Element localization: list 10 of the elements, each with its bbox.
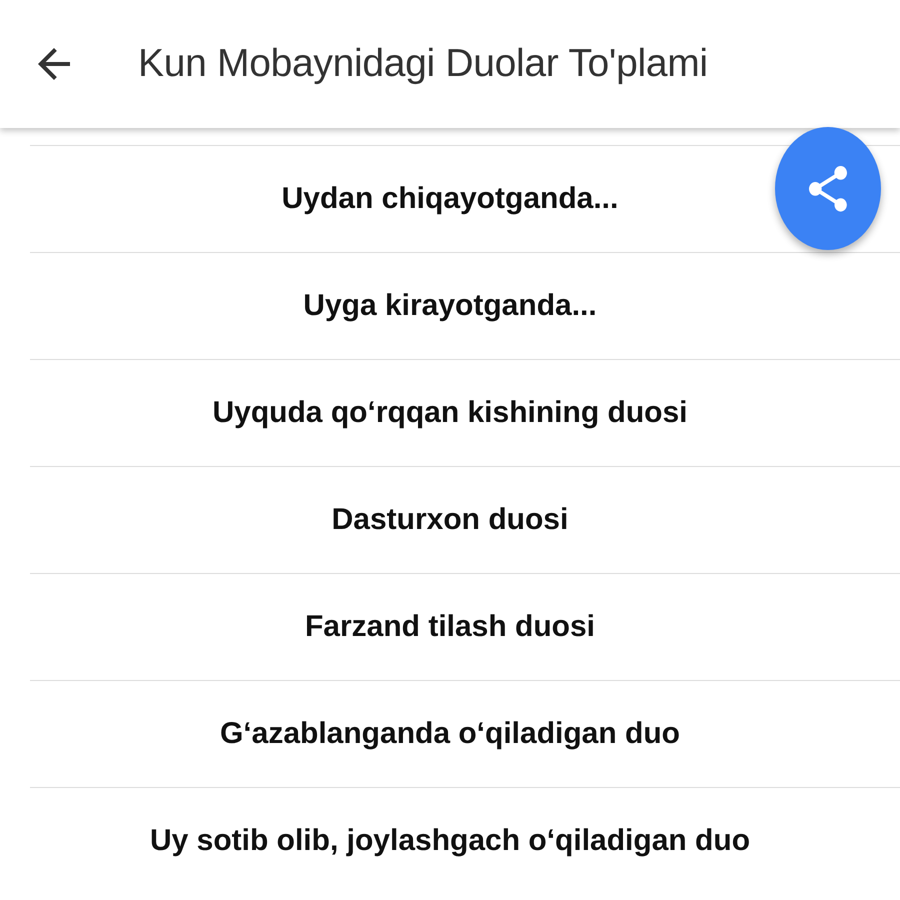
app-bar-title: Kun Mobaynidagi Duolar To'plami — [138, 42, 708, 86]
list-item[interactable]: Farzand tilash duosi — [30, 573, 900, 680]
list-item[interactable]: Dasturxon duosi — [30, 466, 900, 573]
share-icon — [809, 166, 847, 212]
list-item[interactable]: G‘azablanganda o‘qiladigan duo — [30, 680, 900, 787]
list-item[interactable]: Uyquda qo‘rqqan kishining duosi — [30, 359, 900, 466]
share-button[interactable] — [775, 127, 881, 250]
left-arrow-icon — [38, 48, 70, 80]
list-item[interactable]: Uyga kirayotganda... — [30, 252, 900, 359]
list-item[interactable]: Uy sotib olib, joylashgach o‘qiladigan duo — [30, 787, 900, 894]
